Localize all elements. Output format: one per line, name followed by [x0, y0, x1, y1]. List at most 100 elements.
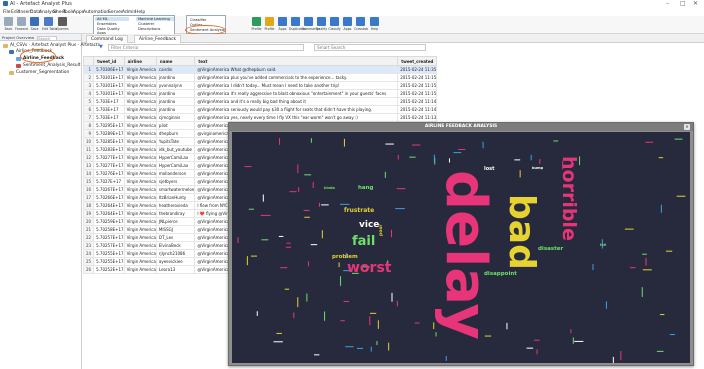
cell-text[interactable]: @VirginAmerica seriously would pay $30 a…	[194, 105, 399, 114]
cell-airline[interactable]: Virgin America	[123, 89, 157, 98]
cell-airline[interactable]: Virgin America	[123, 97, 157, 106]
ribbon-button-save[interactable]: Save	[28, 17, 41, 31]
row-number[interactable]: 19	[82, 209, 95, 218]
cell-name[interactable]: smartwatermelon	[155, 185, 196, 194]
table-row[interactable]: 7 5.703E+17 Virgin America cjmcginnis @Virgi…	[82, 113, 438, 122]
row-number[interactable]: 15	[82, 177, 95, 186]
minimize-icon[interactable]: –	[666, 0, 669, 7]
cell-name[interactable]: jnardino	[155, 89, 196, 98]
menu-item-machine-learning[interactable]: Machine Learning	[136, 17, 174, 21]
cell-name[interactable]: cjmcginnis	[155, 113, 196, 122]
cell-airline[interactable]: Virgin America	[123, 257, 157, 266]
ribbon-button-quality[interactable]: Quality	[315, 17, 328, 31]
cell-airline[interactable]: Virgin America	[123, 201, 157, 210]
row-number[interactable]: 21	[82, 225, 95, 234]
cell-name[interactable]: YupitsTate	[155, 137, 196, 146]
table-row[interactable]: 4 5.70301E+17 Virgin America jnardino @Virgi…	[82, 89, 438, 98]
cell-name[interactable]: Leora13	[155, 265, 196, 274]
cell-airline[interactable]: Virgin America	[123, 209, 157, 218]
filter-criteria-input[interactable]: Filter Criteria	[108, 44, 304, 51]
row-number[interactable]: 1	[82, 65, 95, 74]
row-number[interactable]: 23	[82, 241, 95, 250]
cell-name[interactable]: heatherovieda	[155, 201, 196, 210]
cell-text[interactable]: @VirginAmerica yes, nearly every time I …	[194, 113, 399, 122]
row-number[interactable]: 12	[82, 153, 95, 162]
cell-tweet-id[interactable]: 5.70289E+17	[93, 129, 125, 138]
ribbon-button-profile[interactable]: Profile	[263, 17, 276, 31]
smart-search-input[interactable]: Smart Search	[314, 44, 426, 51]
cell-tweet-id[interactable]: 5.70277E+17	[93, 161, 125, 170]
cell-name[interactable]: pilot	[155, 121, 196, 130]
ribbon-button-forward[interactable]: Forward	[15, 17, 28, 31]
cell-name[interactable]: DT_Les	[155, 233, 196, 242]
filter-icon[interactable]: ▼	[99, 44, 103, 50]
cell-airline[interactable]: Virgin America	[123, 265, 157, 274]
cell-tweet-id[interactable]: 5.70257E+17	[93, 233, 125, 242]
cell-text[interactable]: @VirginAmerica I didn't today... Must me…	[194, 81, 399, 90]
cell-airline[interactable]: Virgin America	[123, 161, 157, 170]
row-number[interactable]: 4	[82, 89, 95, 98]
tab-command-log[interactable]: Command Log	[86, 35, 128, 43]
cell-tweet-id[interactable]: 5.70267E+17	[93, 185, 125, 194]
cell-name[interactable]: JNLpierce	[155, 217, 196, 226]
column-header-tweet-created[interactable]: tweet_created	[397, 56, 438, 66]
cell-text[interactable]: @VirginAmerica and it's a really big bad…	[194, 97, 399, 106]
menu-item-all-ml[interactable]: All ML	[95, 17, 129, 21]
row-number[interactable]: 3	[82, 81, 95, 90]
cell-tweet-id[interactable]: 5.70255E+17	[93, 257, 125, 266]
row-number[interactable]: 10	[82, 137, 95, 146]
cell-tweet-id[interactable]: 5.703E+17	[93, 105, 125, 114]
maximize-icon[interactable]: □	[680, 0, 686, 7]
cell-tweet-id[interactable]: 5.70283E+17	[93, 145, 125, 154]
column-header-airline[interactable]: airline	[123, 56, 157, 66]
row-number[interactable]: 9	[82, 129, 95, 138]
row-number[interactable]: 26	[82, 265, 95, 274]
cell-airline[interactable]: Virgin America	[123, 105, 157, 114]
cell-tweet-created[interactable]: 2015-02-24 11:15	[397, 81, 438, 90]
cell-tweet-id[interactable]: 5.70301E+17	[93, 89, 125, 98]
cell-name[interactable]: ElvinaBeck	[155, 241, 196, 250]
ribbon-button-crosstab[interactable]: Crosstab	[354, 17, 368, 31]
cell-name[interactable]: cairdin	[155, 65, 196, 74]
menu-item-descriptions[interactable]: Descriptions	[136, 27, 162, 31]
cell-airline[interactable]: Virgin America	[123, 129, 157, 138]
cell-tweet-created[interactable]: 2015-02-24 11:13	[397, 113, 438, 122]
cell-tweet-id[interactable]: 5.70285E+17	[93, 137, 125, 146]
cell-tweet-id[interactable]: 5.703E+17	[93, 113, 125, 122]
menu-file[interactable]: File	[3, 10, 11, 15]
close-icon[interactable]: ✕	[693, 0, 698, 7]
cell-tweet-created[interactable]: 2015-02-24 11:15	[397, 73, 438, 82]
ribbon-button-help[interactable]: Help	[368, 17, 381, 31]
row-number[interactable]: 8	[82, 121, 95, 130]
cell-text[interactable]: @VirginAmerica What @dhepburn said.	[194, 65, 399, 74]
table-row[interactable]: 3 5.70301E+17 Virgin America yvonnalynn @Vir…	[82, 81, 438, 90]
menu-item-classifier[interactable]: Classifier	[190, 18, 206, 22]
cell-name[interactable]: jnardino	[155, 105, 196, 114]
cell-tweet-id[interactable]: 5.7027E+17	[93, 177, 125, 186]
cell-airline[interactable]: Virgin America	[123, 73, 157, 82]
cell-name[interactable]: HyperCamiLax	[155, 161, 196, 170]
cell-name[interactable]: yvonnalynn	[155, 81, 196, 90]
cell-airline[interactable]: Virgin America	[123, 185, 157, 194]
cell-tweet-id[interactable]: 5.703E+17	[93, 97, 125, 106]
cell-name[interactable]: mollanderson	[155, 169, 196, 178]
row-number[interactable]: 17	[82, 193, 95, 202]
row-number[interactable]: 22	[82, 233, 95, 242]
ribbon-button-apps[interactable]: Apps	[276, 17, 289, 31]
row-number[interactable]: 13	[82, 161, 95, 170]
explorer-search-input[interactable]: Search	[37, 35, 58, 41]
cell-airline[interactable]: Virgin America	[123, 233, 157, 242]
cell-airline[interactable]: Virgin America	[123, 177, 157, 186]
cell-tweet-id[interactable]: 5.70259E+17	[93, 217, 125, 226]
cell-airline[interactable]: Virgin America	[123, 241, 157, 250]
table-row[interactable]: 1 5.70306E+17 Virgin America cairdin @Virgin…	[82, 65, 438, 74]
cell-airline[interactable]: Virgin America	[123, 153, 157, 162]
cell-name[interactable]: ItzBrianHunty	[155, 193, 196, 202]
cell-tweet-id[interactable]: 5.70295E+17	[93, 121, 125, 130]
ribbon-button-summarise[interactable]: Summarise	[302, 17, 320, 31]
column-header-tweet-id[interactable]: tweet_id	[93, 56, 125, 66]
cell-tweet-id[interactable]: 5.70276E+17	[93, 169, 125, 178]
cell-airline[interactable]: Virgin America	[123, 217, 157, 226]
cell-tweet-id[interactable]: 5.70266E+17	[93, 193, 125, 202]
column-header-name[interactable]: name	[155, 56, 196, 66]
